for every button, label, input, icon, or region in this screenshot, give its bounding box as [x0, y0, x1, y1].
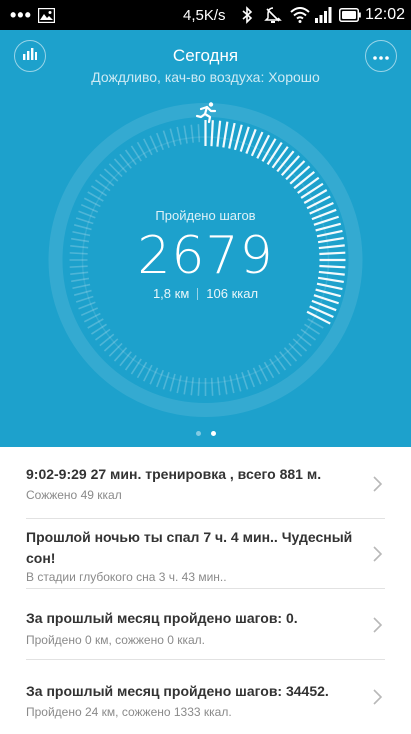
calories-value: 106 ккал	[206, 286, 259, 301]
alarm-icon	[264, 0, 282, 30]
steps-count: 2679	[137, 226, 274, 286]
feed-item-desc: Пройдено 0 км, сожжено 0 ккал.	[26, 633, 205, 647]
signal-icon	[314, 0, 332, 30]
progress-tick	[169, 373, 176, 392]
progress-tick	[183, 125, 188, 144]
bluetooth-icon	[241, 0, 253, 30]
progress-tick	[241, 371, 249, 390]
progress-tick	[190, 377, 194, 396]
feed-item-title: 9:02-9:29 27 мин. тренировка , всего 881…	[26, 466, 322, 482]
progress-tick	[162, 371, 170, 390]
feed-item-desc: Сожжено 49 ккал	[26, 488, 122, 502]
steps-meta: 1,8 км 106 ккал	[0, 286, 411, 301]
list-item[interactable]: Прошлой ночью ты спал 7 ч. 4 мин.. Чудес…	[0, 519, 411, 589]
list-item[interactable]: За прошлый месяц пройдено шагов: 0. Прой…	[0, 589, 411, 659]
feed-item-title: Прошлой ночью ты спал 7 ч. 4 мин.. Чудес…	[26, 529, 353, 566]
status-bar: ••• 4,5K/s 12:02	[0, 0, 411, 30]
meta-divider	[197, 287, 199, 300]
progress-tick	[223, 376, 228, 395]
progress-tick-active	[271, 146, 289, 169]
wifi-icon	[290, 0, 310, 30]
chevron-right-icon	[373, 476, 383, 492]
network-speed: 4,5K/s	[183, 6, 226, 24]
progress-tick	[229, 375, 235, 394]
steps-label: Пройдено шагов	[155, 208, 256, 223]
progress-tick-active	[297, 176, 320, 194]
progress-tick	[197, 124, 201, 143]
feed-item-desc: В стадии глубокого сна 3 ч. 43 мин..	[26, 570, 227, 584]
activity-panel[interactable]: Сегодня Дождливо, кач-во воздуха: Хорошо…	[0, 30, 411, 447]
chevron-right-icon	[373, 617, 383, 633]
chevron-right-icon	[373, 689, 383, 705]
progress-tick-active	[233, 124, 243, 151]
distance-value: 1,8 км	[152, 286, 190, 301]
feed-item-title: За прошлый месяц пройдено шагов: 0.	[26, 610, 298, 626]
progress-tick-active	[210, 120, 214, 147]
image-icon	[38, 0, 55, 30]
progress-tick	[183, 376, 188, 395]
progress-tick	[217, 377, 221, 396]
progress-tick-active	[228, 122, 236, 149]
clock: 12:02	[365, 6, 406, 23]
progress-tick	[176, 375, 182, 394]
page-indicator	[0, 431, 411, 436]
progress-tick	[197, 377, 201, 396]
page-dot-1[interactable]	[195, 431, 201, 436]
progress-tick-active	[216, 120, 222, 147]
progress-tick	[169, 128, 176, 147]
feed-item-title: За прошлый месяц пройдено шагов: 34452.	[26, 683, 329, 699]
more-dots-icon: •••	[10, 4, 32, 25]
progress-tick	[176, 126, 182, 145]
battery-icon	[339, 0, 361, 30]
chevron-right-icon	[373, 546, 383, 562]
page-dot-2[interactable]	[210, 431, 216, 436]
progress-tick	[235, 373, 242, 392]
progress-tick	[190, 124, 194, 143]
list-item[interactable]: За прошлый месяц пройдено шагов: 34452. …	[0, 660, 411, 734]
progress-tick-active	[222, 121, 229, 148]
feed-item-desc: Пройдено 24 км, сожжено 1333 ккал.	[26, 705, 232, 719]
list-item[interactable]: 9:02-9:29 27 мин. тренировка , всего 881…	[0, 447, 411, 517]
progress-tick	[162, 130, 170, 149]
progress-tick	[210, 377, 214, 396]
